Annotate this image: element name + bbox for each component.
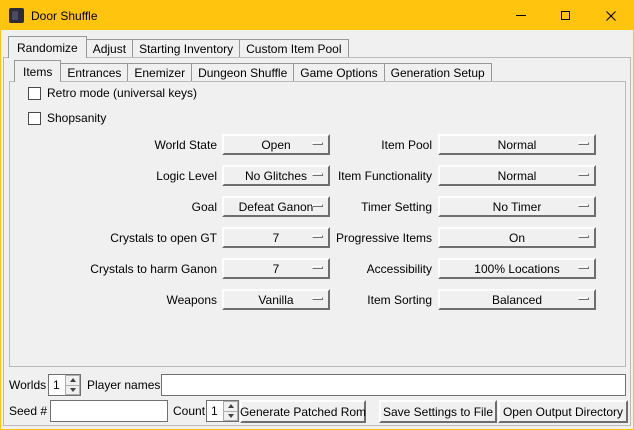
spinbox-arrows	[65, 375, 80, 395]
maximize-button[interactable]	[543, 1, 588, 30]
logic-level-label: Logic Level	[21, 165, 217, 186]
shopsanity-checkbox[interactable]: Shopsanity	[28, 110, 106, 126]
tab-enemizer[interactable]: Enemizer	[127, 63, 192, 81]
dropdown-indicator-icon	[578, 204, 589, 207]
titlebar[interactable]: Door Shuffle	[1, 1, 633, 30]
count-spin-up-button[interactable]	[223, 401, 238, 412]
tab-adjust[interactable]: Adjust	[86, 39, 133, 57]
dropdown-value: Normal	[498, 138, 537, 152]
item-sorting-label: Item Sorting	[241, 289, 432, 310]
count-spinbox[interactable]: 1	[206, 400, 239, 422]
dropdown-value: No Timer	[493, 200, 542, 214]
tab-entrances[interactable]: Entrances	[60, 63, 128, 81]
worlds-label: Worlds	[9, 374, 46, 396]
spin-up-icon	[228, 404, 234, 408]
tab-game-options[interactable]: Game Options	[293, 63, 384, 81]
spin-down-icon	[228, 414, 234, 418]
dropdown-indicator-icon	[578, 235, 589, 238]
seed-input[interactable]	[50, 400, 168, 422]
checkbox-label: Retro mode (universal keys)	[47, 86, 197, 100]
checkbox-box-icon	[28, 87, 41, 100]
spin-down-icon	[70, 388, 76, 392]
item-pool-label: Item Pool	[241, 134, 432, 155]
minimize-button[interactable]	[498, 1, 543, 30]
dropdown-indicator-icon	[578, 173, 589, 176]
worlds-spin-up-button[interactable]	[65, 375, 80, 386]
weapons-label: Weapons	[21, 289, 217, 310]
dropdown-value: Normal	[498, 169, 537, 183]
spinbox-arrows	[223, 401, 238, 421]
spinbox-value: 1	[207, 401, 223, 421]
crystals-harm-ganon-label: Crystals to harm Ganon	[21, 258, 217, 279]
dropdown-indicator-icon	[578, 297, 589, 300]
generate-patched-rom-button[interactable]: Generate Patched Rom	[240, 400, 366, 423]
tab-dungeon-shuffle[interactable]: Dungeon Shuffle	[191, 63, 294, 81]
accessibility-dropdown[interactable]: 100% Locations	[438, 258, 596, 279]
maximize-icon	[561, 11, 570, 20]
outer-tab-bar: Randomize Adjust Starting Inventory Cust…	[8, 36, 348, 58]
dropdown-indicator-icon	[578, 142, 589, 145]
caption-buttons	[498, 1, 633, 30]
count-spin-down-button[interactable]	[223, 412, 238, 422]
world-state-label: World State	[21, 134, 217, 155]
close-button[interactable]	[588, 1, 633, 30]
count-label: Count	[173, 400, 205, 422]
worlds-spin-down-button[interactable]	[65, 386, 80, 396]
dropdown-value: 100% Locations	[474, 262, 559, 276]
timer-setting-dropdown[interactable]: No Timer	[438, 196, 596, 217]
checkbox-label: Shopsanity	[47, 111, 106, 125]
player-names-input[interactable]	[161, 374, 626, 396]
item-pool-dropdown[interactable]: Normal	[438, 134, 596, 155]
timer-setting-label: Timer Setting	[241, 196, 432, 217]
player-names-label: Player names	[87, 374, 160, 396]
minimize-icon	[516, 15, 526, 16]
goal-label: Goal	[21, 196, 217, 217]
dropdown-value: Balanced	[492, 293, 542, 307]
progressive-items-dropdown[interactable]: On	[438, 227, 596, 248]
seed-label: Seed #	[9, 400, 47, 422]
tab-items[interactable]: Items	[14, 60, 61, 82]
progressive-items-label: Progressive Items	[241, 227, 432, 248]
app-icon	[9, 8, 24, 23]
accessibility-label: Accessibility	[241, 258, 432, 279]
close-icon	[606, 11, 616, 21]
retro-mode-checkbox[interactable]: Retro mode (universal keys)	[28, 85, 197, 101]
tab-starting-inventory[interactable]: Starting Inventory	[132, 39, 240, 57]
item-sorting-dropdown[interactable]: Balanced	[438, 289, 596, 310]
dropdown-indicator-icon	[578, 266, 589, 269]
tab-randomize[interactable]: Randomize	[8, 36, 87, 58]
dropdown-value: On	[509, 231, 525, 245]
worlds-spinbox[interactable]: 1	[48, 374, 81, 396]
door-shuffle-window: Door Shuffle Randomize Adjust Starting I…	[0, 0, 634, 430]
tab-generation-setup[interactable]: Generation Setup	[384, 63, 492, 81]
window-title: Door Shuffle	[31, 9, 98, 23]
crystals-open-gt-label: Crystals to open GT	[21, 227, 217, 248]
spinbox-value: 1	[49, 375, 65, 395]
inner-tab-bar: Items Entrances Enemizer Dungeon Shuffle…	[14, 60, 491, 82]
checkbox-box-icon	[28, 112, 41, 125]
item-functionality-dropdown[interactable]: Normal	[438, 165, 596, 186]
item-functionality-label: Item Functionality	[241, 165, 432, 186]
open-output-directory-button[interactable]: Open Output Directory	[498, 400, 628, 423]
spin-up-icon	[70, 378, 76, 382]
tab-custom-item-pool[interactable]: Custom Item Pool	[239, 39, 348, 57]
save-settings-button[interactable]: Save Settings to File	[379, 400, 497, 423]
